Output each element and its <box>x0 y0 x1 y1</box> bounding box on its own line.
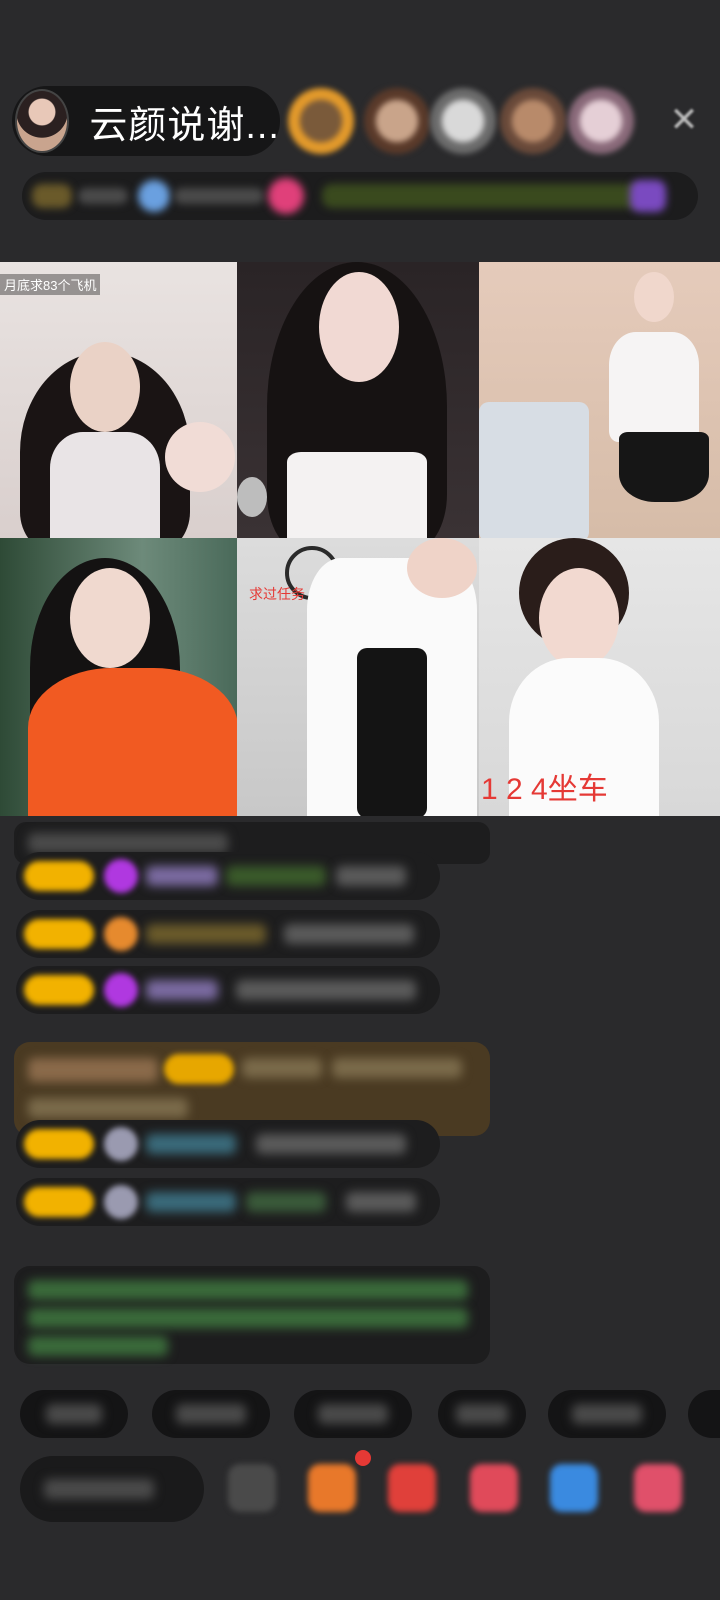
chat-message <box>16 1178 440 1226</box>
viewer-avatar[interactable] <box>568 88 634 154</box>
heart-icon[interactable] <box>470 1464 518 1512</box>
quick-reply-chip[interactable] <box>294 1390 412 1438</box>
chat-message <box>16 966 440 1014</box>
quick-reply-chip[interactable] <box>20 1390 128 1438</box>
multi-guest-video-grid: 月底求83个飞机 求过任务 1 2 4坐车 <box>0 262 720 816</box>
notification-dot <box>355 1450 371 1466</box>
quick-reply-chip[interactable] <box>438 1390 526 1438</box>
guest-video-2[interactable] <box>237 262 479 538</box>
guest-video-6[interactable]: 1 2 4坐车 <box>479 538 720 816</box>
viewer-avatar[interactable] <box>288 88 354 154</box>
host-name: 云颜说谢... <box>89 104 280 147</box>
chat-message <box>16 1120 440 1168</box>
viewer-avatar[interactable] <box>500 88 566 154</box>
host-avatar[interactable] <box>15 89 70 153</box>
game-icon[interactable] <box>550 1464 598 1512</box>
host-info-pill[interactable]: 云颜说谢... <box>12 86 280 156</box>
quick-reply-chip[interactable] <box>688 1390 720 1438</box>
quick-reply-chip[interactable] <box>152 1390 270 1438</box>
chat-message <box>16 910 440 958</box>
guest-label: 1 2 4坐车 <box>481 773 608 806</box>
treasure-icon[interactable] <box>388 1464 436 1512</box>
gift-icon[interactable] <box>634 1464 682 1512</box>
chat-message <box>16 852 440 900</box>
live-room-page: 云颜说谢... ✕ 月底求83个飞机 求过任务 1 2 4坐车 <box>0 0 720 1600</box>
guest-label: 求过任务 <box>249 586 305 602</box>
viewer-avatar[interactable] <box>364 88 430 154</box>
rank-badge-bar[interactable] <box>22 172 698 220</box>
guest-tag: 月底求83个飞机 <box>0 274 101 295</box>
guest-video-1[interactable]: 月底求83个飞机 <box>0 262 237 538</box>
guest-video-4[interactable] <box>0 538 237 816</box>
guest-video-3[interactable] <box>479 262 720 538</box>
chat-input[interactable] <box>20 1456 204 1522</box>
viewer-avatar[interactable] <box>430 88 496 154</box>
system-notice <box>14 1266 490 1364</box>
guest-video-5[interactable]: 求过任务 <box>237 538 479 816</box>
quick-reply-chip[interactable] <box>548 1390 666 1438</box>
emoji-icon[interactable] <box>228 1464 276 1512</box>
close-icon[interactable]: ✕ <box>664 100 704 140</box>
gift-box-icon[interactable] <box>308 1464 356 1512</box>
